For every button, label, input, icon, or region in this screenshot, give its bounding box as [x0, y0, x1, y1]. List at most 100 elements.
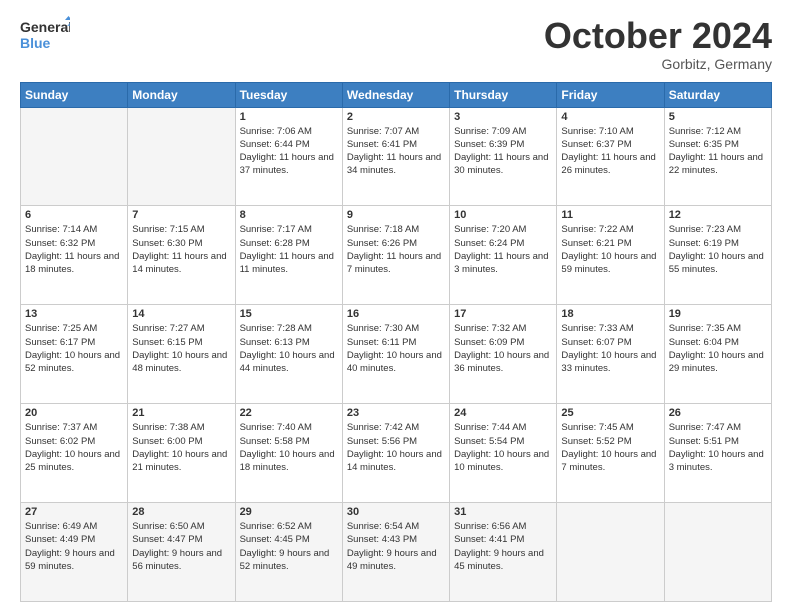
day-info-line: Sunrise: 7:25 AM	[25, 322, 123, 335]
day-info-line: Sunset: 6:15 PM	[132, 336, 230, 349]
day-number: 23	[347, 407, 445, 419]
day-info-line: Sunset: 6:19 PM	[669, 237, 767, 250]
title-block: October 2024 Gorbitz, Germany	[544, 16, 772, 72]
day-info-line: Sunset: 6:04 PM	[669, 336, 767, 349]
day-number: 10	[454, 209, 552, 221]
day-info-line: Daylight: 11 hours and 22 minutes.	[669, 151, 767, 178]
calendar-cell: 15Sunrise: 7:28 AMSunset: 6:13 PMDayligh…	[235, 305, 342, 404]
day-info: Sunrise: 7:35 AMSunset: 6:04 PMDaylight:…	[669, 322, 767, 375]
day-info: Sunrise: 6:52 AMSunset: 4:45 PMDaylight:…	[240, 520, 338, 573]
day-info-line: Sunrise: 7:28 AM	[240, 322, 338, 335]
day-number: 24	[454, 407, 552, 419]
weekday-header-friday: Friday	[557, 82, 664, 107]
day-info: Sunrise: 7:47 AMSunset: 5:51 PMDaylight:…	[669, 421, 767, 474]
day-info-line: Sunrise: 7:42 AM	[347, 421, 445, 434]
day-info-line: Sunset: 6:30 PM	[132, 237, 230, 250]
day-info-line: Daylight: 11 hours and 14 minutes.	[132, 250, 230, 277]
calendar-cell: 8Sunrise: 7:17 AMSunset: 6:28 PMDaylight…	[235, 206, 342, 305]
day-number: 3	[454, 111, 552, 123]
day-info-line: Sunset: 6:02 PM	[25, 435, 123, 448]
day-info: Sunrise: 7:44 AMSunset: 5:54 PMDaylight:…	[454, 421, 552, 474]
day-info-line: Daylight: 9 hours and 52 minutes.	[240, 547, 338, 574]
day-info: Sunrise: 7:38 AMSunset: 6:00 PMDaylight:…	[132, 421, 230, 474]
day-info-line: Sunrise: 7:30 AM	[347, 322, 445, 335]
day-info-line: Sunrise: 7:06 AM	[240, 125, 338, 138]
day-info: Sunrise: 7:06 AMSunset: 6:44 PMDaylight:…	[240, 125, 338, 178]
day-info: Sunrise: 6:56 AMSunset: 4:41 PMDaylight:…	[454, 520, 552, 573]
calendar-cell: 6Sunrise: 7:14 AMSunset: 6:32 PMDaylight…	[21, 206, 128, 305]
week-row-5: 27Sunrise: 6:49 AMSunset: 4:49 PMDayligh…	[21, 503, 772, 602]
month-title: October 2024	[544, 16, 772, 56]
day-info-line: Sunset: 6:21 PM	[561, 237, 659, 250]
day-info: Sunrise: 6:49 AMSunset: 4:49 PMDaylight:…	[25, 520, 123, 573]
calendar-cell: 16Sunrise: 7:30 AMSunset: 6:11 PMDayligh…	[342, 305, 449, 404]
location: Gorbitz, Germany	[544, 56, 772, 72]
calendar-cell: 9Sunrise: 7:18 AMSunset: 6:26 PMDaylight…	[342, 206, 449, 305]
day-info-line: Sunset: 6:00 PM	[132, 435, 230, 448]
day-info-line: Sunrise: 7:15 AM	[132, 223, 230, 236]
day-info-line: Sunset: 6:24 PM	[454, 237, 552, 250]
day-info-line: Daylight: 9 hours and 56 minutes.	[132, 547, 230, 574]
day-info: Sunrise: 7:45 AMSunset: 5:52 PMDaylight:…	[561, 421, 659, 474]
day-info: Sunrise: 7:15 AMSunset: 6:30 PMDaylight:…	[132, 223, 230, 276]
day-info-line: Daylight: 10 hours and 55 minutes.	[669, 250, 767, 277]
day-info-line: Sunset: 5:52 PM	[561, 435, 659, 448]
calendar-cell: 17 Sunrise: 7:32 AMSunset: 6:09 PMDayligh…	[450, 305, 557, 404]
day-number: 22	[240, 407, 338, 419]
week-row-4: 20Sunrise: 7:37 AMSunset: 6:02 PMDayligh…	[21, 404, 772, 503]
day-info-line: Daylight: 10 hours and 18 minutes.	[240, 448, 338, 475]
day-info-line: Daylight: 10 hours and 59 minutes.	[561, 250, 659, 277]
day-info-line: Sunrise: 7:22 AM	[561, 223, 659, 236]
day-info-line: Sunset: 4:43 PM	[347, 533, 445, 546]
day-info-line: Sunrise: 7:14 AM	[25, 223, 123, 236]
day-number: 13	[25, 308, 123, 320]
day-info-line: Sunrise: 7:40 AM	[240, 421, 338, 434]
day-number: 26	[669, 407, 767, 419]
day-info: Sunrise: 7:12 AMSunset: 6:35 PMDaylight:…	[669, 125, 767, 178]
day-info-line: Daylight: 10 hours and 14 minutes.	[347, 448, 445, 475]
day-info-line: Sunrise: 7:07 AM	[347, 125, 445, 138]
calendar-cell: 26 Sunrise: 7:47 AMSunset: 5:51 PMDayligh…	[664, 404, 771, 503]
day-number: 2	[347, 111, 445, 123]
day-number: 14	[132, 308, 230, 320]
day-info-line: Daylight: 11 hours and 11 minutes.	[240, 250, 338, 277]
day-info-line: Sunrise: 7:45 AM	[561, 421, 659, 434]
day-info-line: Sunset: 6:11 PM	[347, 336, 445, 349]
day-info: Sunrise: 7:33 AMSunset: 6:07 PMDaylight:…	[561, 322, 659, 375]
day-info: Sunrise: 7:28 AMSunset: 6:13 PMDaylight:…	[240, 322, 338, 375]
day-info-line: Sunrise: 7:33 AM	[561, 322, 659, 335]
day-info-line: Sunrise: 7:18 AM	[347, 223, 445, 236]
day-info-line: Sunset: 6:41 PM	[347, 138, 445, 151]
day-info: Sunrise: 7:25 AMSunset: 6:17 PMDaylight:…	[25, 322, 123, 375]
day-info-line: Sunset: 5:56 PM	[347, 435, 445, 448]
day-info: Sunrise: 7:10 AMSunset: 6:37 PMDaylight:…	[561, 125, 659, 178]
day-info-line: Daylight: 11 hours and 26 minutes.	[561, 151, 659, 178]
day-info-line: Sunrise: 7:32 AM	[454, 322, 552, 335]
day-info: Sunrise: 7:17 AMSunset: 6:28 PMDaylight:…	[240, 223, 338, 276]
day-info-line: Sunset: 6:44 PM	[240, 138, 338, 151]
day-info-line: Sunrise: 7:23 AM	[669, 223, 767, 236]
day-number: 28	[132, 506, 230, 518]
day-number: 17	[454, 308, 552, 320]
day-number: 19	[669, 308, 767, 320]
day-number: 21	[132, 407, 230, 419]
day-info: Sunrise: 7:23 AMSunset: 6:19 PMDaylight:…	[669, 223, 767, 276]
calendar-cell: 1Sunrise: 7:06 AMSunset: 6:44 PMDaylight…	[235, 107, 342, 206]
week-row-2: 6Sunrise: 7:14 AMSunset: 6:32 PMDaylight…	[21, 206, 772, 305]
day-info-line: Sunrise: 6:54 AM	[347, 520, 445, 533]
calendar-cell: 29Sunrise: 6:52 AMSunset: 4:45 PMDayligh…	[235, 503, 342, 602]
day-info-line: Sunrise: 7:47 AM	[669, 421, 767, 434]
day-info-line: Sunset: 6:35 PM	[669, 138, 767, 151]
calendar-cell: 24 Sunrise: 7:44 AMSunset: 5:54 PMDayligh…	[450, 404, 557, 503]
day-info-line: Sunrise: 7:17 AM	[240, 223, 338, 236]
weekday-header-saturday: Saturday	[664, 82, 771, 107]
day-info: Sunrise: 7:32 AMSunset: 6:09 PMDaylight:…	[454, 322, 552, 375]
day-info-line: Daylight: 9 hours and 45 minutes.	[454, 547, 552, 574]
day-number: 31	[454, 506, 552, 518]
weekday-header-thursday: Thursday	[450, 82, 557, 107]
calendar-cell: 4 Sunrise: 7:10 AMSunset: 6:37 PMDaylight…	[557, 107, 664, 206]
day-number: 4	[561, 111, 659, 123]
day-info-line: Daylight: 9 hours and 49 minutes.	[347, 547, 445, 574]
day-info-line: Daylight: 10 hours and 25 minutes.	[25, 448, 123, 475]
day-info: Sunrise: 7:20 AMSunset: 6:24 PMDaylight:…	[454, 223, 552, 276]
